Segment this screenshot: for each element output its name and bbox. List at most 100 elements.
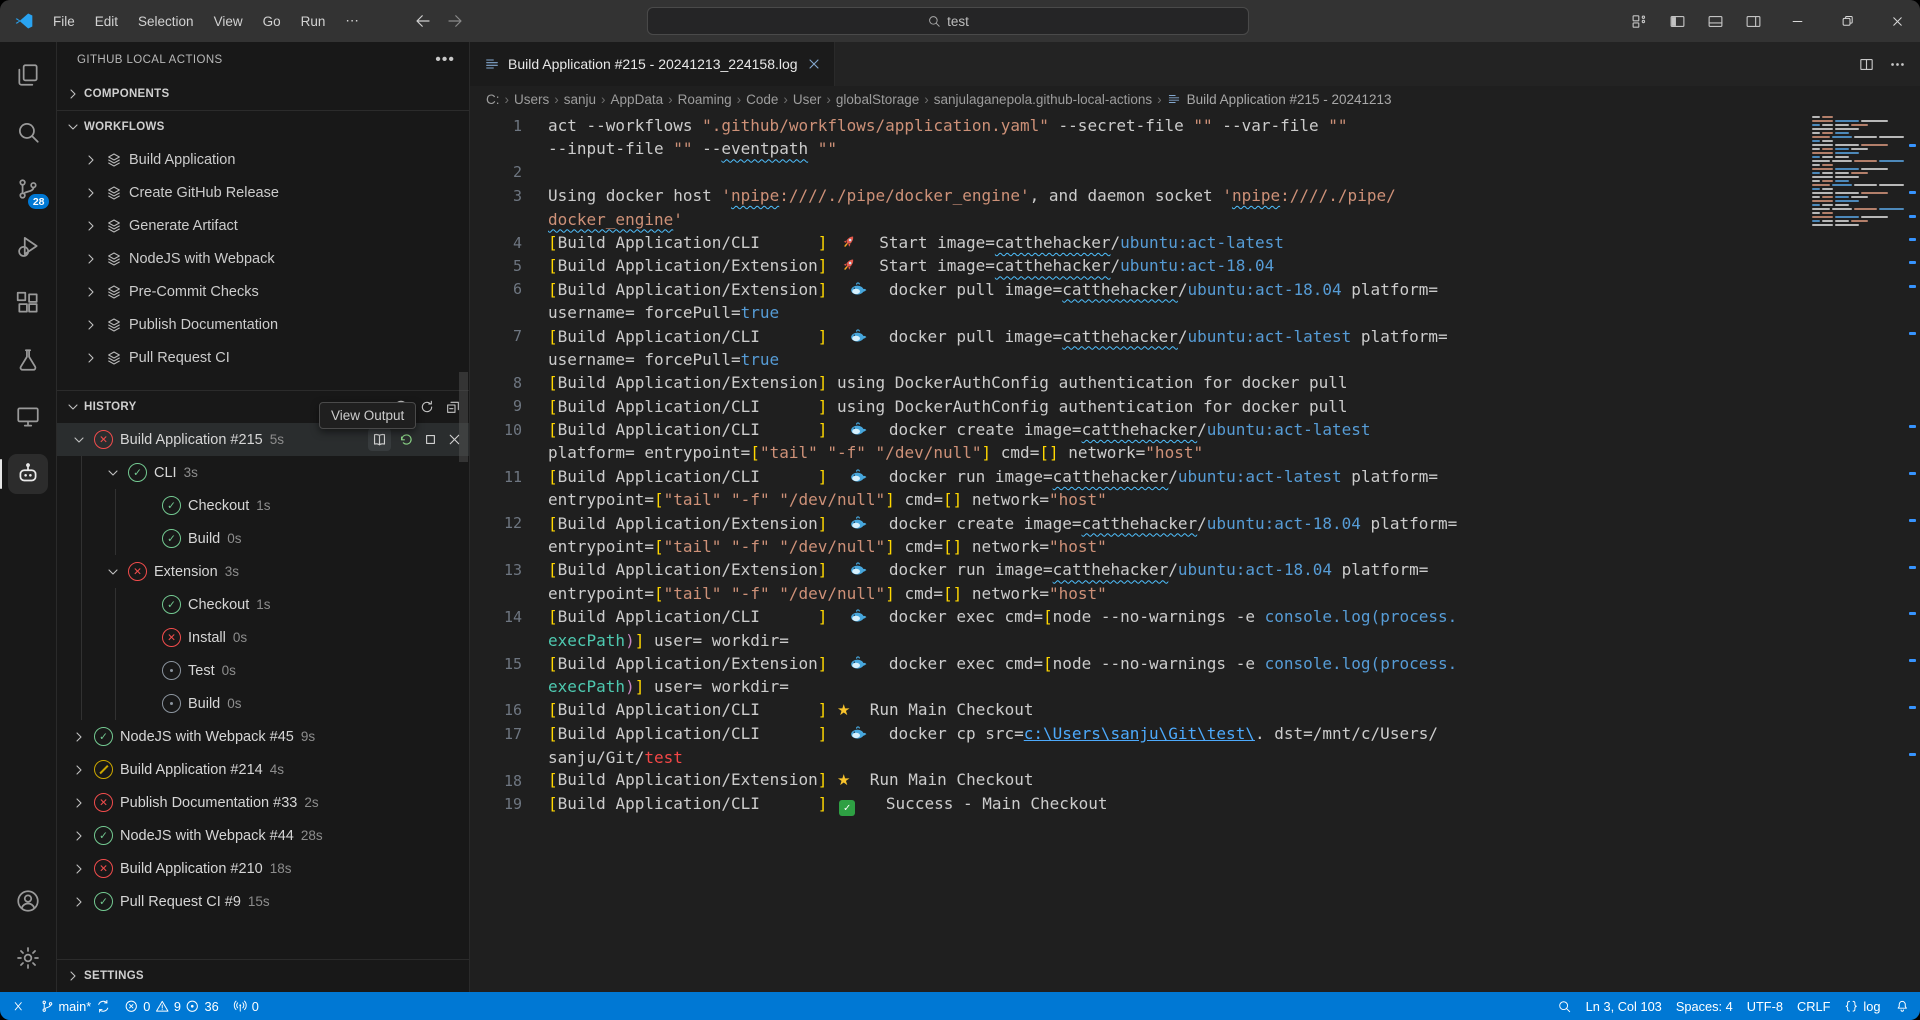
close-window-button[interactable] <box>1874 0 1920 42</box>
activitybar-item-github-local-actions[interactable] <box>6 451 50 497</box>
code-line[interactable]: [Build Application/CLI ] docker run imag… <box>548 465 1438 488</box>
code-line[interactable]: execPath)] user= workdir= <box>548 629 789 652</box>
history-row[interactable]: ✓NodeJS with Webpack #4428s <box>57 819 469 852</box>
code-line[interactable]: [Build Application/CLI ] docker pull ima… <box>548 325 1448 348</box>
problems-item[interactable]: 0 9 36 <box>117 992 225 1020</box>
menu-go[interactable]: Go <box>254 10 290 33</box>
code-line[interactable]: [Build Application/CLI ] ✓ Success - Mai… <box>548 792 1107 816</box>
breadcrumb-item[interactable]: Users <box>514 92 549 107</box>
code-line[interactable]: [Build Application/Extension] docker run… <box>548 558 1428 581</box>
forward-arrow-icon[interactable] <box>446 12 464 30</box>
menu-run[interactable]: Run <box>292 10 335 33</box>
encoding[interactable]: UTF-8 <box>1740 999 1790 1014</box>
code-line[interactable]: [Build Application/CLI ] ★ Run Main Chec… <box>548 698 1034 722</box>
sidebar-scrollbar[interactable] <box>459 372 468 462</box>
activitybar-item-remote-explorer[interactable] <box>6 394 50 440</box>
language-mode[interactable]: log <box>1837 999 1887 1014</box>
code-line[interactable]: [Build Application/Extension] docker cre… <box>548 512 1457 535</box>
history-row[interactable]: Build0s <box>57 687 469 720</box>
breadcrumb-item[interactable]: sanju <box>564 92 596 107</box>
code-line[interactable]: execPath)] user= workdir= <box>548 675 789 698</box>
refresh-icon[interactable] <box>419 399 435 415</box>
history-row[interactable]: ✓Checkout1s <box>57 588 469 621</box>
section-components[interactable]: COMPONENTS <box>57 78 469 111</box>
breadcrumb-item[interactable]: C: <box>486 92 500 107</box>
tab-close-icon[interactable] <box>806 56 822 72</box>
history-row[interactable]: ✕Install0s <box>57 621 469 654</box>
minimize-button[interactable] <box>1774 0 1820 42</box>
code-line[interactable]: docker_engine' <box>548 208 683 231</box>
remote-indicator[interactable] <box>4 992 33 1020</box>
history-row[interactable]: ✓Build0s <box>57 522 469 555</box>
breadcrumb-item[interactable]: AppData <box>611 92 664 107</box>
menu-selection[interactable]: Selection <box>129 10 203 33</box>
history-row[interactable]: ✕Build Application #21018s <box>57 852 469 885</box>
split-editor-icon[interactable] <box>1858 56 1875 73</box>
view-output-icon[interactable] <box>368 428 391 451</box>
activitybar-item-extensions[interactable] <box>6 280 50 326</box>
minimap[interactable] <box>1812 116 1904 238</box>
history-row[interactable]: Build Application #2144s <box>57 753 469 786</box>
workflow-item[interactable]: Publish Documentation <box>57 308 469 341</box>
workflow-item[interactable]: NodeJS with Webpack <box>57 242 469 275</box>
history-row[interactable]: ✓Checkout1s <box>57 489 469 522</box>
back-arrow-icon[interactable] <box>414 12 432 30</box>
activitybar-item-testing[interactable] <box>6 337 50 383</box>
indentation[interactable]: Spaces: 4 <box>1669 999 1740 1014</box>
command-center-search[interactable]: test <box>647 7 1249 35</box>
code-line[interactable]: [Build Application/CLI ] docker exec cmd… <box>548 605 1457 628</box>
breadcrumb-file[interactable]: Build Application #215 - 20241213 <box>1167 92 1392 107</box>
code-line[interactable]: entrypoint=["tail" "-f" "/dev/null"] cmd… <box>548 582 1107 605</box>
menu-edit[interactable]: Edit <box>86 10 127 33</box>
eol-sequence[interactable]: CRLF <box>1790 999 1837 1014</box>
ports-item[interactable]: 0 <box>226 992 266 1020</box>
workflow-item[interactable]: Generate Artifact <box>57 209 469 242</box>
activitybar-item-run-debug[interactable] <box>6 223 50 269</box>
breadcrumb-item[interactable]: Code <box>746 92 778 107</box>
code-line[interactable]: [Build Application/Extension] docker exe… <box>548 652 1457 675</box>
code-line[interactable]: [Build Application/Extension] Start imag… <box>548 254 1274 277</box>
branch-item[interactable]: main* <box>33 992 118 1020</box>
activitybar-item-settings-gear[interactable] <box>6 935 50 981</box>
more-actions-icon[interactable] <box>1889 56 1906 73</box>
code-line[interactable]: platform= entrypoint=["tail" "-f" "/dev/… <box>548 441 1203 464</box>
history-row[interactable]: Test0s <box>57 654 469 687</box>
code-line[interactable]: [Build Application/Extension] using Dock… <box>548 371 1348 394</box>
code-line[interactable]: [Build Application/CLI ] Start image=cat… <box>548 231 1284 254</box>
breadcrumb-item[interactable]: sanjulaganepola.github-local-actions <box>934 92 1152 107</box>
menu-view[interactable]: View <box>205 10 252 33</box>
breadcrumb-item[interactable]: globalStorage <box>836 92 919 107</box>
sidebar-more-actions-icon[interactable]: ••• <box>435 51 455 69</box>
activitybar-item-explorer[interactable] <box>6 52 50 98</box>
cursor-position[interactable]: Ln 3, Col 103 <box>1579 999 1669 1014</box>
toggle-secondary-sidebar-button[interactable] <box>1736 7 1770 35</box>
workflow-item[interactable]: Pre-Commit Checks <box>57 275 469 308</box>
status-search-item[interactable] <box>1550 999 1579 1014</box>
history-row[interactable]: ✓NodeJS with Webpack #459s <box>57 720 469 753</box>
toggle-sidebar-button[interactable] <box>1660 7 1694 35</box>
code-line[interactable]: Using docker host 'npipe:////./pipe/dock… <box>548 184 1396 207</box>
restart-icon[interactable] <box>398 431 415 448</box>
toggle-panel-button[interactable] <box>1698 7 1732 35</box>
code-line[interactable]: username= forcePull=true <box>548 348 779 371</box>
history-row[interactable]: ✓Pull Request CI #915s <box>57 885 469 918</box>
breadcrumb-item[interactable]: User <box>793 92 822 107</box>
tab-log-file[interactable]: Build Application #215 - 20241213_224158… <box>470 42 835 86</box>
menu-more[interactable]: ⋯ <box>336 9 368 33</box>
code-line[interactable]: [Build Application/CLI ] docker cp src=c… <box>548 722 1438 745</box>
workflow-item[interactable]: Create GitHub Release <box>57 176 469 209</box>
customize-layout-button[interactable] <box>1622 7 1656 35</box>
code-line[interactable]: entrypoint=["tail" "-f" "/dev/null"] cmd… <box>548 535 1107 558</box>
code-line[interactable]: [Build Application/CLI ] using DockerAut… <box>548 395 1348 418</box>
code-line[interactable]: username= forcePull=true <box>548 301 779 324</box>
code-line[interactable]: [Build Application/Extension] ★ Run Main… <box>548 768 1034 792</box>
code-line[interactable]: entrypoint=["tail" "-f" "/dev/null"] cmd… <box>548 488 1107 511</box>
code-line[interactable]: [Build Application/Extension] docker pul… <box>548 278 1438 301</box>
history-row[interactable]: ✕Publish Documentation #332s <box>57 786 469 819</box>
maximize-button[interactable] <box>1824 0 1870 42</box>
code-line[interactable]: act --workflows ".github/workflows/appli… <box>548 114 1348 137</box>
activitybar-item-search[interactable] <box>6 109 50 155</box>
breadcrumb-item[interactable]: Roaming <box>678 92 732 107</box>
section-workflows[interactable]: WORKFLOWS <box>57 111 469 143</box>
code-line[interactable]: sanju/Git/test <box>548 746 683 769</box>
